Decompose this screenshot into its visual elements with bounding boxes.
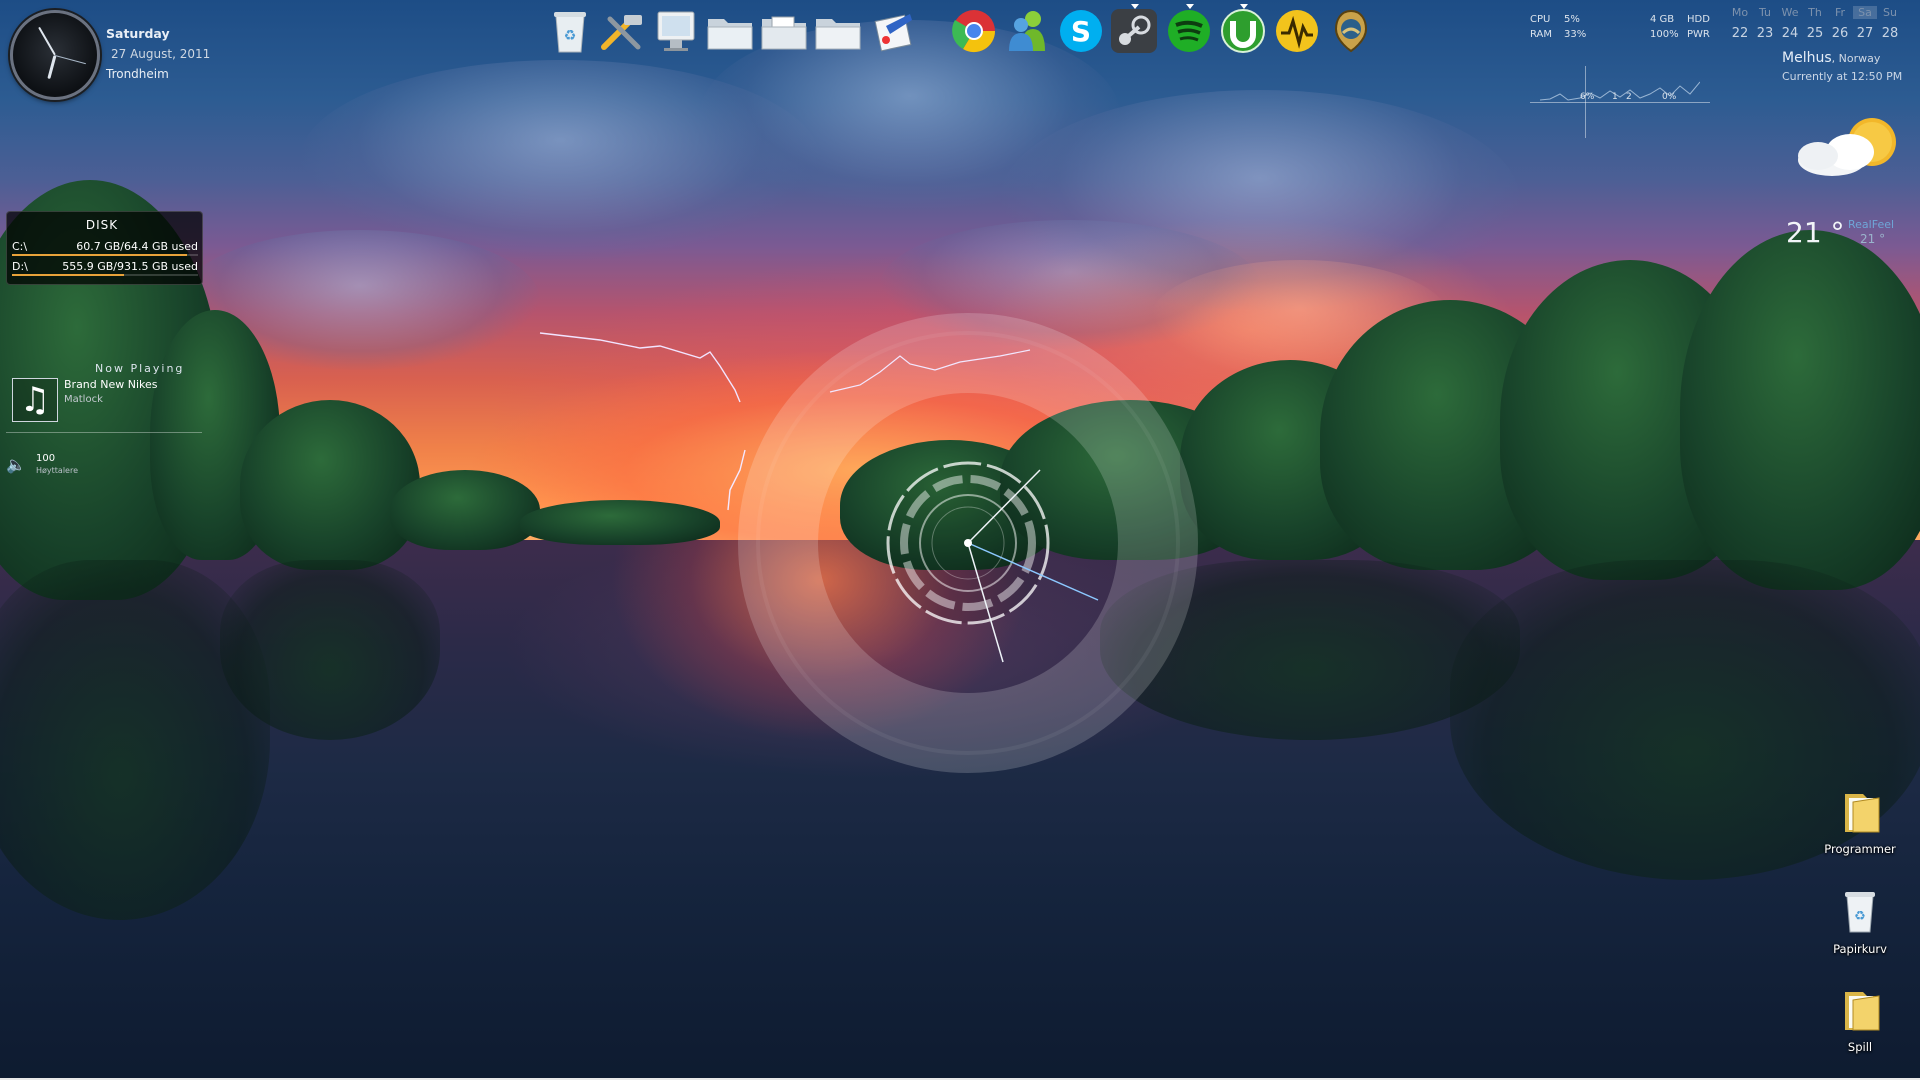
memory-value: 4 GB bbox=[1650, 14, 1675, 25]
folder-icon[interactable] bbox=[813, 6, 863, 56]
clock-minute-hand bbox=[38, 26, 56, 56]
desktop-icon-label: Papirkurv bbox=[1833, 942, 1887, 956]
documents-folder-icon[interactable] bbox=[759, 6, 809, 56]
folder-icon[interactable] bbox=[705, 6, 755, 56]
audio-device: Høyttalere bbox=[36, 466, 78, 475]
recycle-bin-icon[interactable]: ♻ bbox=[545, 6, 595, 56]
calendar-date[interactable]: 26 bbox=[1828, 26, 1852, 41]
calendar-day: We bbox=[1781, 6, 1799, 19]
graph-label: 0% bbox=[1662, 92, 1677, 102]
clock-day: Saturday bbox=[106, 26, 170, 41]
now-playing-artist: Matlock bbox=[64, 394, 103, 405]
calendar-widget: Mo Tu We Th Fr Sa Su 22 23 24 25 26 27 2… bbox=[1728, 6, 1918, 46]
desktop-icon-label: Programmer bbox=[1824, 842, 1896, 856]
paint-icon[interactable] bbox=[869, 6, 919, 56]
drive-label: D:\ bbox=[12, 260, 28, 273]
clock-date: 27 August, 2011 bbox=[111, 47, 211, 61]
system-monitor-widget: CPU 5% 4 GB HDD RAM 33% 100% PWR 6% 1 2 … bbox=[1530, 14, 1710, 138]
folder-icon bbox=[1845, 992, 1880, 1031]
disk-row-d[interactable]: D:\ 555.9 GB/931.5 GB used bbox=[12, 258, 200, 276]
messenger-icon[interactable] bbox=[1004, 6, 1054, 56]
svg-text:S: S bbox=[1071, 15, 1091, 48]
drive-label: C:\ bbox=[12, 240, 28, 253]
calendar-date[interactable]: 22 bbox=[1728, 26, 1752, 41]
weather-location: Melhus, Norway bbox=[1782, 50, 1880, 66]
disk-title: DISK bbox=[85, 218, 119, 232]
skype-icon[interactable]: S bbox=[1056, 6, 1106, 56]
music-note-icon[interactable]: ♫ bbox=[12, 378, 58, 422]
power-value: 100% bbox=[1650, 29, 1679, 40]
analog-clock bbox=[10, 10, 100, 100]
drive-usage: 555.9 GB/931.5 GB used bbox=[62, 260, 198, 273]
calendar-date[interactable]: 24 bbox=[1778, 26, 1802, 41]
divider bbox=[6, 432, 202, 433]
tools-icon[interactable] bbox=[597, 6, 647, 56]
now-playing-title: Now Playing bbox=[95, 362, 185, 375]
calendar-day-today: Sa bbox=[1853, 6, 1877, 19]
gps-icon[interactable] bbox=[1326, 6, 1376, 56]
calendar-day: Tu bbox=[1758, 6, 1772, 19]
computer-icon[interactable] bbox=[651, 6, 701, 56]
clock-hour-hand bbox=[47, 54, 57, 79]
recycle-bin-icon: ♻ bbox=[1845, 892, 1875, 933]
volume-value: 100 bbox=[36, 453, 56, 464]
disk-widget: DISK C:\ 60.7 GB/64.4 GB used D:\ 555.9 … bbox=[6, 211, 203, 285]
graph-axis bbox=[1530, 102, 1710, 103]
ram-label: RAM bbox=[1530, 29, 1553, 40]
calendar-date[interactable]: 28 bbox=[1878, 26, 1902, 41]
weather-country: , Norway bbox=[1831, 52, 1881, 65]
cpu-value: 5% bbox=[1564, 14, 1580, 25]
graph-axis bbox=[1585, 66, 1586, 138]
graph-label: 6% bbox=[1580, 92, 1595, 102]
utorrent-icon[interactable] bbox=[1218, 4, 1268, 56]
calendar-date[interactable]: 23 bbox=[1753, 26, 1777, 41]
calendar-day: Th bbox=[1808, 6, 1822, 19]
weather-city: Melhus bbox=[1782, 50, 1832, 66]
graph-label: 1 bbox=[1612, 92, 1618, 102]
clock-text: Saturday 27 August, 2011 Trondheim bbox=[106, 24, 210, 84]
partly-cloudy-icon bbox=[1798, 118, 1896, 176]
spotify-icon[interactable] bbox=[1164, 4, 1214, 56]
realfeel-value: 21 ° bbox=[1860, 232, 1886, 246]
svg-text:♻: ♻ bbox=[1854, 909, 1866, 924]
winamp-icon[interactable] bbox=[1272, 6, 1322, 56]
realfeel-label: RealFeel bbox=[1848, 218, 1895, 231]
calendar-day: Mo bbox=[1731, 6, 1749, 19]
power-label: PWR bbox=[1687, 29, 1710, 40]
calendar-date[interactable]: 25 bbox=[1803, 26, 1827, 41]
desktop-icon-spill[interactable]: Spill bbox=[1815, 986, 1905, 1054]
speaker-icon[interactable]: 🔈 bbox=[6, 455, 26, 474]
cpu-label: CPU bbox=[1530, 14, 1551, 25]
drive-usage-fill bbox=[12, 274, 124, 276]
clock-city: Trondheim bbox=[106, 67, 169, 81]
desktop-icon-programmer[interactable]: Programmer bbox=[1815, 788, 1905, 856]
now-playing-song: Brand New Nikes bbox=[64, 378, 158, 391]
desktop-wallpaper bbox=[0, 0, 1920, 1080]
drive-usage: 60.7 GB/64.4 GB used bbox=[76, 240, 198, 253]
drive-usage-bar bbox=[12, 254, 198, 256]
svg-text:♻: ♻ bbox=[564, 28, 577, 44]
clock-second-hand bbox=[54, 54, 87, 64]
drive-usage-fill bbox=[12, 254, 187, 256]
disk-row-c[interactable]: C:\ 60.7 GB/64.4 GB used bbox=[12, 238, 200, 256]
ram-value: 33% bbox=[1564, 29, 1587, 40]
graph-label: 2 bbox=[1626, 92, 1632, 102]
steam-icon[interactable] bbox=[1109, 4, 1159, 56]
desktop-icon-label: Spill bbox=[1847, 1040, 1873, 1054]
weather-temperature: 21 ° bbox=[1786, 216, 1845, 249]
weather-current-time: Currently at 12:50 PM bbox=[1782, 70, 1903, 83]
desktop-icon-papirkurv[interactable]: ♻ Papirkurv bbox=[1815, 888, 1905, 956]
calendar-day: Su bbox=[1883, 6, 1897, 19]
folder-icon bbox=[1845, 794, 1880, 833]
hdd-label: HDD bbox=[1687, 14, 1710, 25]
chrome-icon[interactable] bbox=[949, 6, 999, 56]
drive-usage-bar bbox=[12, 274, 198, 276]
calendar-date-today[interactable]: 27 bbox=[1853, 26, 1877, 41]
calendar-day: Fr bbox=[1834, 6, 1846, 19]
